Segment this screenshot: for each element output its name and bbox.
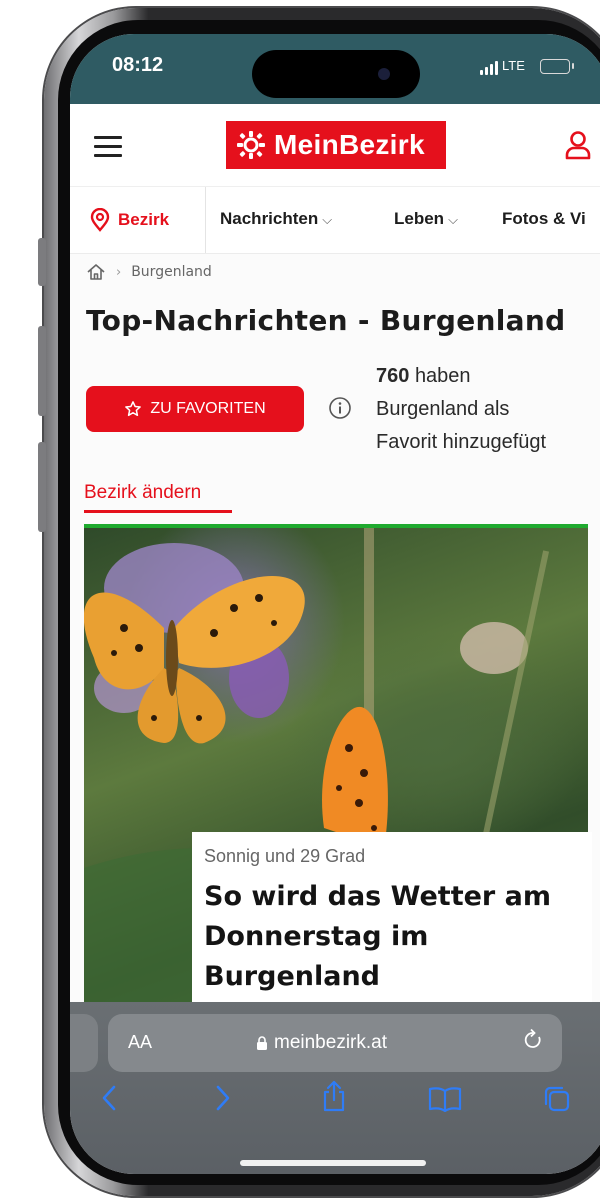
info-icon[interactable] [328, 396, 352, 420]
home-icon[interactable] [86, 262, 106, 282]
page-title: Top-Nachrichten - Burgenland [86, 304, 566, 337]
nav-item-label: Nachrichten [220, 209, 319, 228]
user-icon[interactable] [564, 130, 592, 160]
site-header: MeinBezirk [70, 104, 600, 186]
address-bar[interactable]: AA meinbezirk.at [108, 1014, 562, 1072]
logo-text: MeinBezirk [274, 129, 425, 160]
article-card[interactable]: Sonnig und 29 Grad So wird das Wetter am… [192, 832, 592, 1012]
camera-icon [378, 68, 390, 80]
nav-item-label: Leben [394, 209, 445, 228]
status-time: 08:12 [112, 54, 164, 76]
previous-tab-pill[interactable] [70, 1014, 98, 1072]
back-icon[interactable] [100, 1084, 118, 1112]
reload-icon[interactable] [522, 1028, 544, 1052]
nav-bezirk-label: Bezirk [118, 210, 170, 229]
breadcrumb-current[interactable]: Burgenland [131, 264, 212, 280]
breadcrumb: › Burgenland [86, 262, 212, 282]
nav-item-label: Fotos & Vi [502, 209, 586, 228]
nav-item-leben[interactable]: Leben ⌵ [394, 209, 458, 229]
signal-icon [480, 61, 498, 75]
battery-icon [540, 59, 574, 74]
site-logo[interactable]: MeinBezirk [226, 121, 446, 169]
logo-sun-icon [237, 131, 265, 159]
browser-toolbar: AA meinbezirk.at [70, 1002, 600, 1174]
article-headline[interactable]: So wird das Wetter am Donnerstag im Burg… [204, 877, 580, 997]
favorite-text-1: haben [414, 365, 471, 387]
main-nav: Bezirk Nachrichten ⌵ Leben ⌵ Fotos & Vi [70, 186, 600, 254]
favorite-text-2: Burgenland als [376, 398, 510, 420]
article-kicker: Sonnig und 29 Grad [204, 846, 366, 866]
forward-icon[interactable] [214, 1084, 232, 1112]
tabs-icon[interactable] [542, 1084, 572, 1114]
add-favorite-button[interactable]: ZU FAVORITEN [86, 386, 304, 432]
nav-bezirk[interactable]: Bezirk [70, 187, 206, 253]
chevron-down-icon: ⌵ [448, 212, 458, 227]
favorite-count-text: 760 haben Burgenland als Favorit hinzuge… [376, 360, 600, 459]
volume-up-button [38, 326, 46, 416]
star-icon [125, 401, 142, 417]
menu-icon[interactable] [94, 136, 122, 158]
favorite-text-3: Favorit hinzugefügt [376, 431, 547, 453]
lock-icon [257, 1035, 267, 1050]
volume-down-button [38, 442, 46, 532]
network-label: LTE [502, 58, 525, 73]
dynamic-island [252, 50, 420, 98]
change-district-link[interactable]: Bezirk ändern [84, 482, 201, 504]
change-link-underline [84, 510, 232, 513]
mute-switch [38, 238, 46, 286]
bookmarks-icon[interactable] [428, 1086, 462, 1112]
url-text: meinbezirk.at [274, 1032, 387, 1053]
home-indicator[interactable] [240, 1160, 426, 1166]
url-display[interactable]: meinbezirk.at [256, 1032, 387, 1054]
share-icon[interactable] [320, 1080, 348, 1112]
phone-screen: 08:12 LTE MeinBezirk Bezirk Nachrichten … [70, 34, 600, 1174]
breadcrumb-separator: › [116, 264, 122, 280]
nav-item-nachrichten[interactable]: Nachrichten ⌵ [220, 209, 332, 229]
text-size-button[interactable]: AA [128, 1032, 152, 1053]
status-bar: 08:12 LTE [70, 34, 600, 104]
chevron-down-icon: ⌵ [322, 212, 333, 227]
nav-item-fotos[interactable]: Fotos & Vi [502, 209, 586, 229]
location-pin-icon [90, 208, 110, 232]
favorite-count: 760 [376, 365, 410, 387]
add-favorite-label: ZU FAVORITEN [150, 400, 266, 417]
